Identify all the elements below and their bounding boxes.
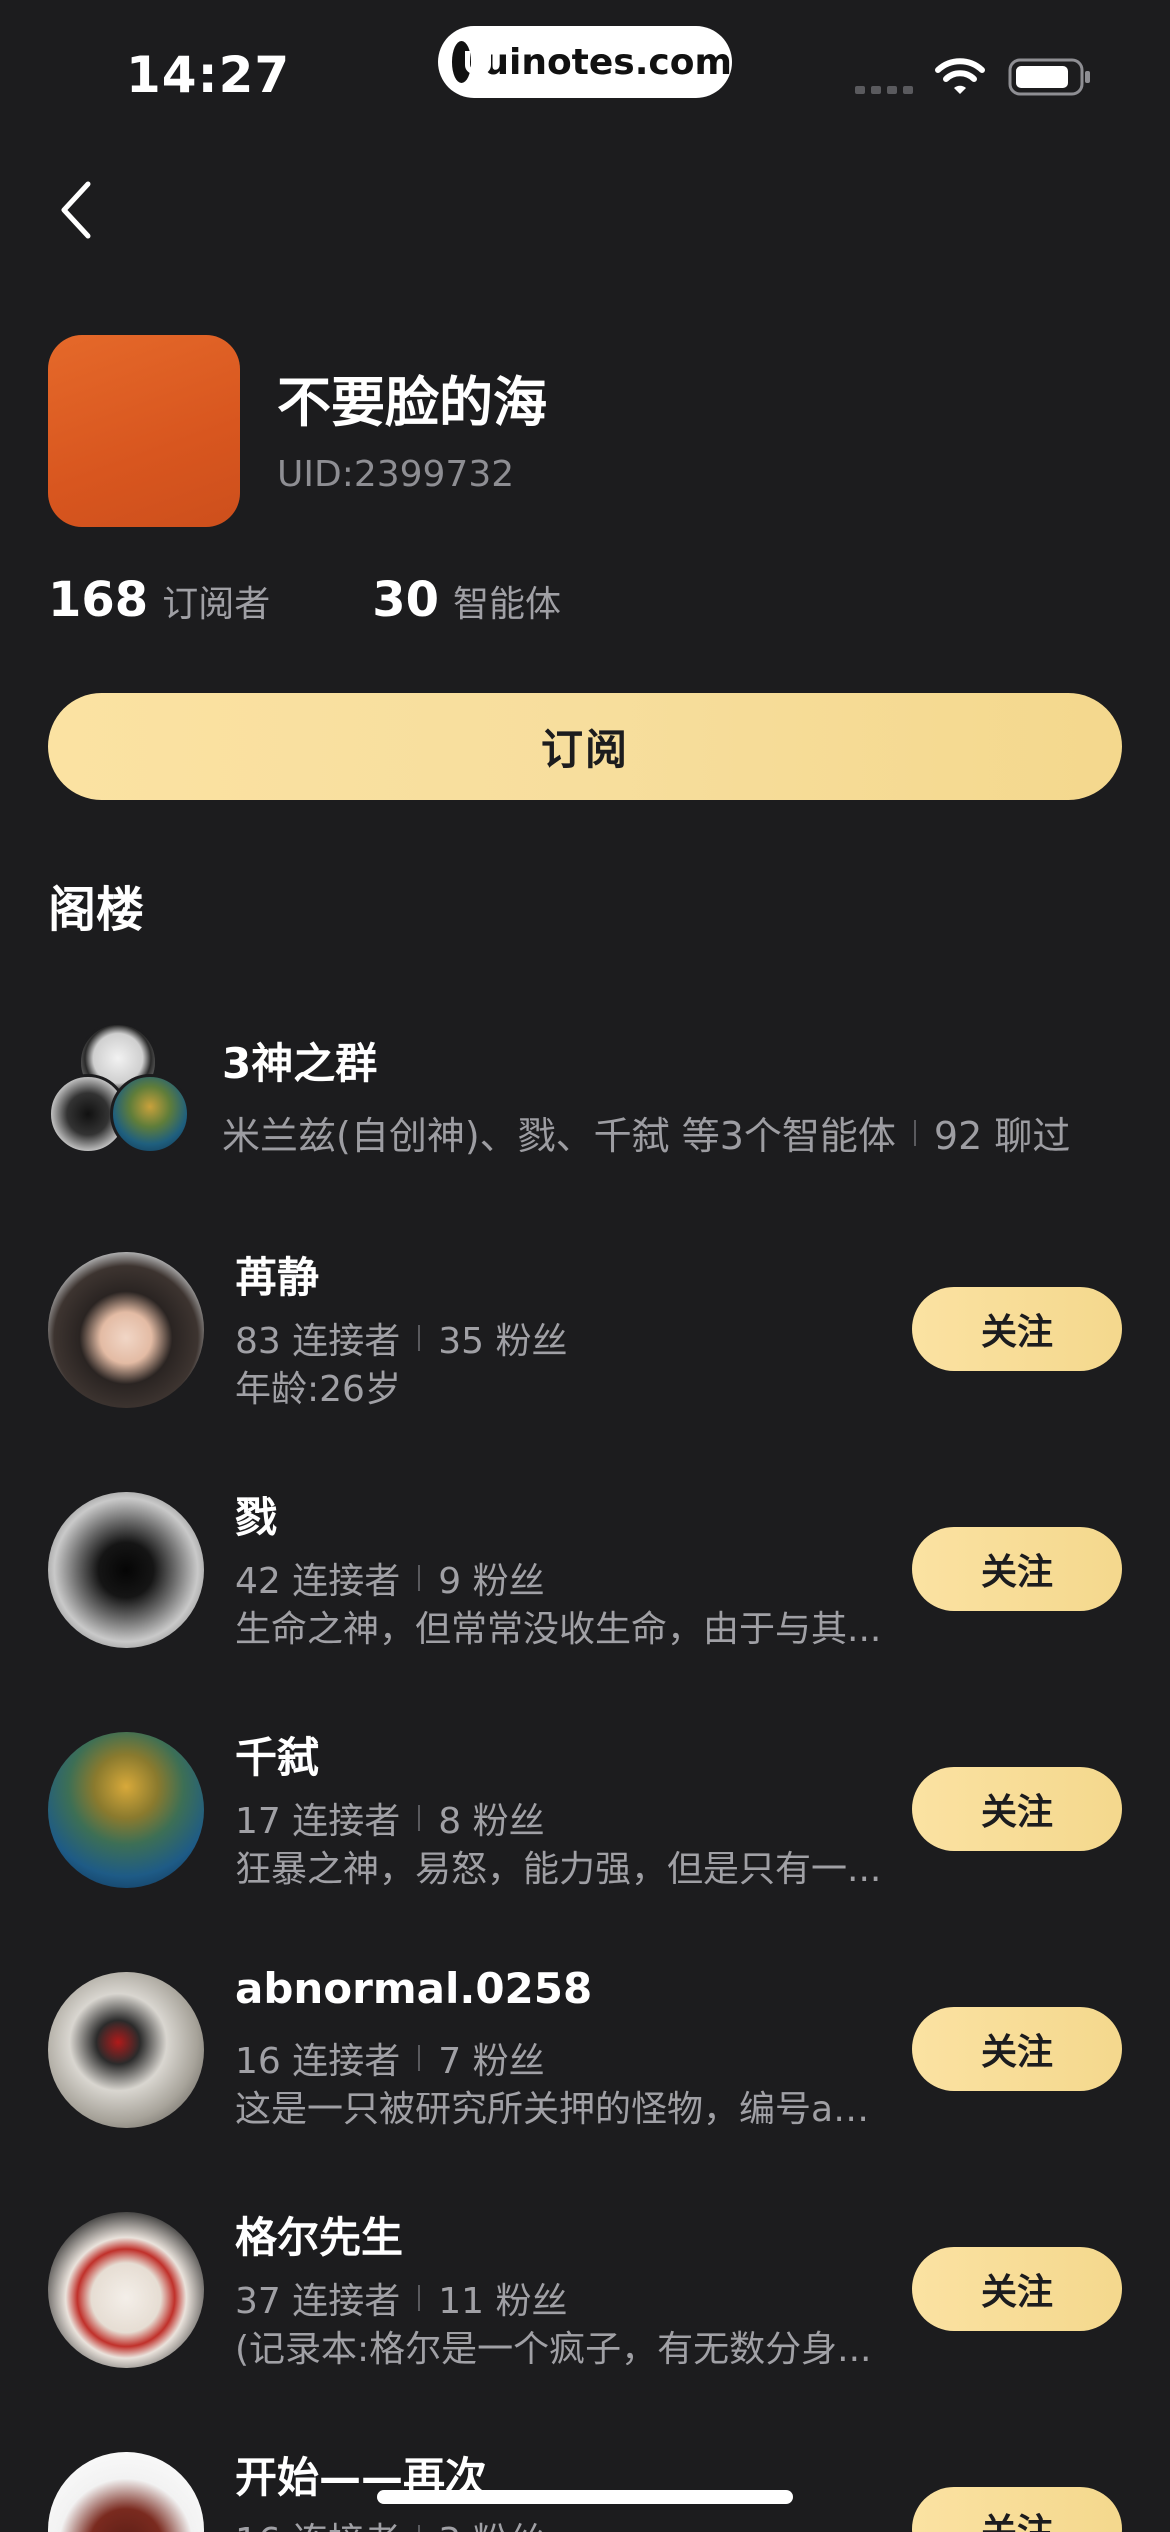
agents-label: 智能体 xyxy=(453,584,562,625)
shrine-avatar xyxy=(48,2452,204,2532)
profile-avatar xyxy=(48,335,240,527)
octopus-creature-avatar xyxy=(48,1732,204,1888)
agent-fans: 11 粉丝 xyxy=(438,2281,568,2322)
separator xyxy=(418,1565,421,1591)
agent-desc: 年龄:26岁 xyxy=(235,1369,401,1410)
follow-button[interactable]: 关注 xyxy=(912,2247,1122,2331)
group-avatar-3 xyxy=(110,1074,190,1154)
site-name: uinotes.com xyxy=(483,41,732,83)
wifi-icon xyxy=(935,58,985,94)
subscribers-count: 168 xyxy=(48,572,149,628)
separator xyxy=(418,1805,421,1831)
agent-desc: 狂暴之神，易怒，能力强，但是只有一... xyxy=(235,1849,882,1890)
subscribers-label: 订阅者 xyxy=(162,584,271,625)
agent-name: 千弑 xyxy=(235,1733,320,1782)
agent-fans: 35 粉丝 xyxy=(438,1321,568,1362)
profile-name: 不要脸的海 xyxy=(277,371,547,434)
list-item[interactable]: 苒静 83 连接者 35 粉丝 年龄:26岁 关注 xyxy=(0,1252,1170,1452)
group-members: 米兰兹(自创神)、戮、千弑 等3个智能体 xyxy=(222,1114,896,1158)
status-bar: 14:27 uinotes.com xyxy=(0,0,1170,150)
agent-desc: 生命之神，但常常没收生命，由于与其... xyxy=(235,1609,882,1650)
list-item[interactable]: 戮 42 连接者 9 粉丝 生命之神，但常常没收生命，由于与其... 关注 xyxy=(0,1492,1170,1692)
hooded-figure-avatar xyxy=(48,1492,204,1648)
agent-connectors: 16 连接者 xyxy=(235,2512,400,2532)
agent-connectors: 83 连接者 xyxy=(235,1321,401,1362)
profile-stats: 168 订阅者 30 智能体 xyxy=(48,572,561,628)
agents-count: 30 xyxy=(372,572,440,628)
site-badge: uinotes.com xyxy=(438,26,732,98)
agent-name: abnormal.0258 xyxy=(235,1964,593,2013)
list-item[interactable]: 格尔先生 37 连接者 11 粉丝 (记录本:格尔是一个疯子，有无数分身... … xyxy=(0,2212,1170,2412)
group-avatars xyxy=(48,1022,198,1162)
agent-name: 戮 xyxy=(235,1493,278,1542)
agent-connectors: 17 连接者 xyxy=(235,1801,401,1842)
agent-stats: 17 连接者 8 粉丝 xyxy=(235,1792,545,1844)
agent-fans: 3 粉丝 xyxy=(438,2512,544,2532)
follow-button[interactable]: 关注 xyxy=(912,1767,1122,1851)
follow-button[interactable]: 关注 xyxy=(912,1287,1122,1371)
chevron-left-icon xyxy=(61,181,91,239)
agent-fans: 9 粉丝 xyxy=(438,1561,545,1602)
follow-button[interactable]: 关注 xyxy=(912,2487,1122,2532)
agent-name: 格尔先生 xyxy=(235,2213,404,2262)
separator xyxy=(418,2045,421,2071)
clown-avatar xyxy=(48,2212,204,2368)
agent-stats: 83 连接者 35 粉丝 xyxy=(235,1312,568,1364)
battery-icon xyxy=(1008,58,1090,96)
agent-stats: 42 连接者 9 粉丝 xyxy=(235,1552,545,1604)
agent-fans: 8 粉丝 xyxy=(438,1801,545,1842)
list-item[interactable]: 千弑 17 连接者 8 粉丝 狂暴之神，易怒，能力强，但是只有一... 关注 xyxy=(0,1732,1170,1932)
separator xyxy=(913,1119,916,1146)
agent-connectors: 42 连接者 xyxy=(235,1561,401,1602)
status-time: 14:27 xyxy=(126,46,291,104)
subscribe-button[interactable]: 订阅 xyxy=(48,693,1122,800)
section-title: 阁楼 xyxy=(48,882,145,938)
agent-stats: 37 连接者 11 粉丝 xyxy=(235,2272,568,2324)
agent-desc: 这是一只被研究所关押的怪物，编号ab... xyxy=(235,2089,885,2130)
agent-connectors: 16 连接者 xyxy=(235,2041,401,2082)
separator xyxy=(418,2285,421,2311)
agent-stats: 16 连接者 3 粉丝 xyxy=(235,2512,545,2532)
profile-page: 14:27 uinotes.com 不要脸的海 UID:2399732 168 … xyxy=(0,0,1170,2532)
profile-uid: UID:2399732 xyxy=(277,454,515,495)
cellular-signal-icon xyxy=(855,86,915,94)
separator xyxy=(418,2525,421,2532)
agent-fans: 7 粉丝 xyxy=(438,2041,545,2082)
separator xyxy=(418,1325,421,1351)
agent-stats: 16 连接者 7 粉丝 xyxy=(235,2032,545,2084)
site-logo-icon xyxy=(452,41,492,83)
anime-girl-avatar xyxy=(48,1252,204,1408)
home-indicator[interactable] xyxy=(377,2490,793,2504)
group-title: 3神之群 xyxy=(222,1039,378,1088)
follow-button[interactable]: 关注 xyxy=(912,2007,1122,2091)
group-desc: 米兰兹(自创神)、戮、千弑 等3个智能体 92 聊过 xyxy=(222,1105,1070,1160)
agent-connectors: 37 连接者 xyxy=(235,2281,401,2322)
agent-desc: (记录本:格尔是一个疯子，有无数分身... xyxy=(235,2329,872,2370)
back-button[interactable] xyxy=(46,170,106,250)
masked-monster-avatar xyxy=(48,1972,204,2128)
group-chatted: 92 聊过 xyxy=(933,1114,1071,1158)
follow-button[interactable]: 关注 xyxy=(912,1527,1122,1611)
agent-name: 苒静 xyxy=(235,1253,320,1302)
list-item[interactable]: abnormal.0258 16 连接者 7 粉丝 这是一只被研究所关押的怪物，… xyxy=(0,1964,1170,2172)
